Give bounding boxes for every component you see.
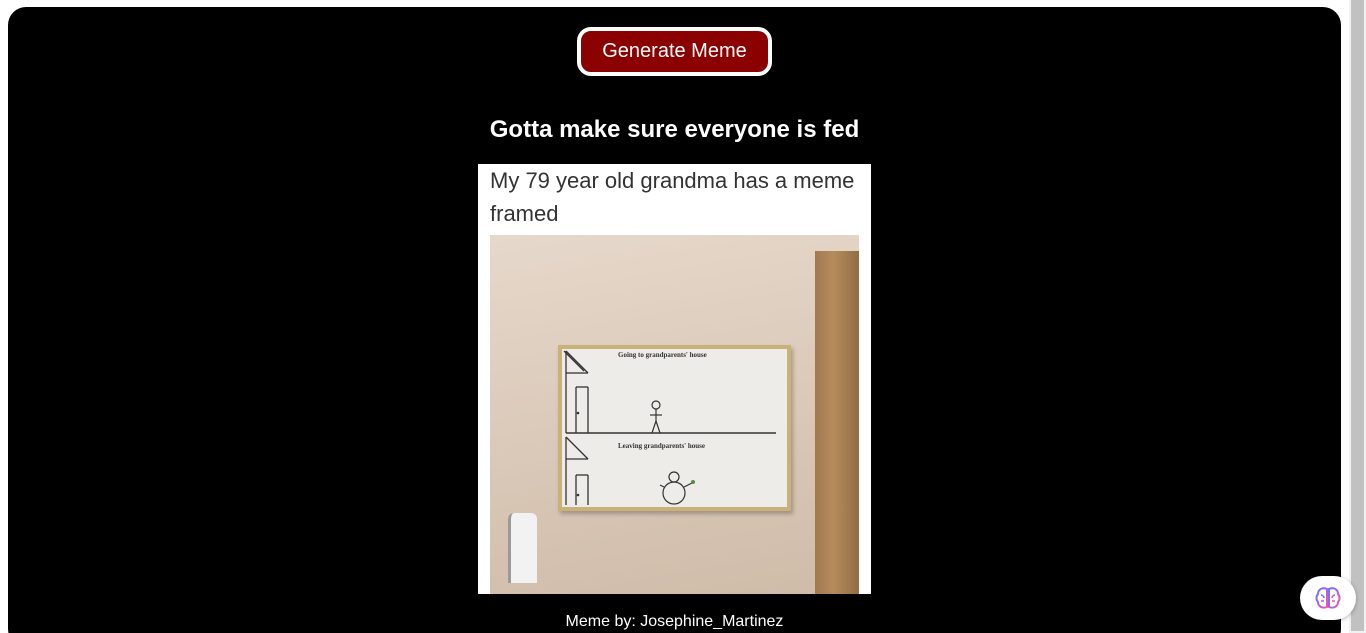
meme-photo: Going to grandparents' house Leaving gra… [490, 235, 859, 594]
frame-text-bottom: Leaving grandparents' house [618, 442, 705, 450]
meme-image-caption: My 79 year old grandma has a meme framed [490, 168, 855, 226]
meme-title: Gotta make sure everyone is fed [489, 116, 860, 143]
frame-text-top: Going to grandparents' house [618, 351, 707, 359]
scrollbar-thumb[interactable] [1351, 0, 1364, 631]
generate-meme-button[interactable]: Generate Meme [577, 27, 772, 76]
meme-credit: Meme by: Josephine_Martinez [565, 613, 784, 630]
page: Generate Meme Gotta make sure everyone i… [0, 0, 1366, 633]
brain-icon [1315, 587, 1341, 609]
wood-post [815, 251, 859, 594]
stick-figure-drawing [563, 350, 776, 505]
meme-image: My 79 year old grandma has a meme framed [478, 164, 871, 594]
framed-drawing: Going to grandparents' house Leaving gra… [558, 345, 791, 511]
wall-fixture [508, 513, 537, 583]
assistant-button[interactable] [1300, 576, 1356, 620]
